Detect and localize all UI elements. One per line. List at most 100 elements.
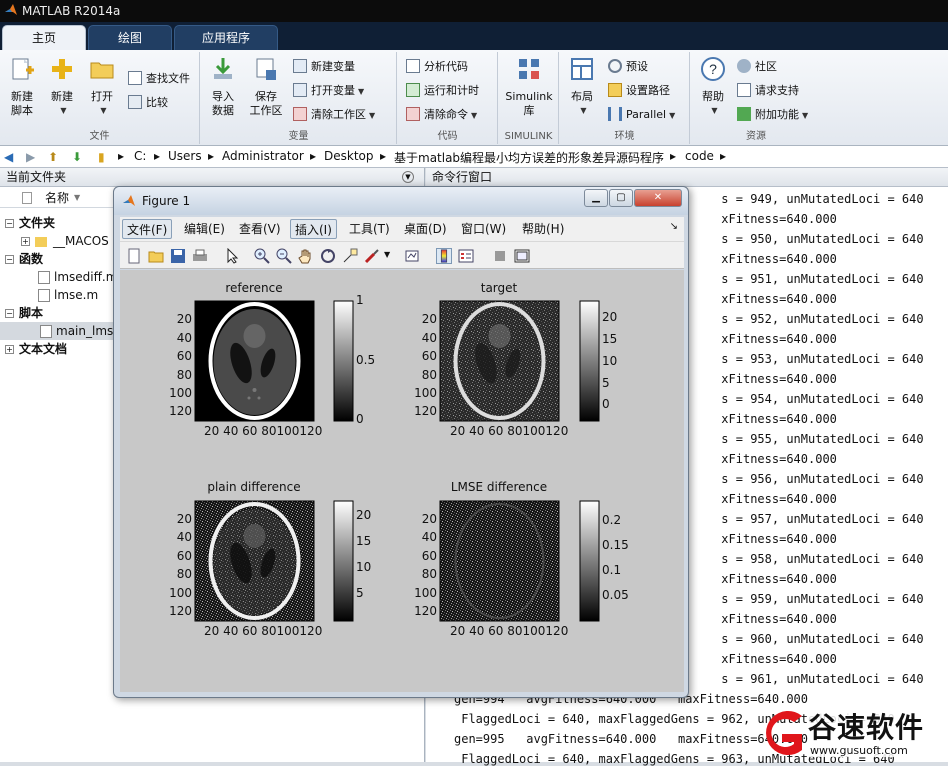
menu-edit[interactable]: 编辑(E) xyxy=(180,219,229,239)
save-workspace-button[interactable]: 保存 工作区 xyxy=(245,56,287,118)
pointer-icon[interactable] xyxy=(224,248,240,264)
path-crumb-drive[interactable]: C: xyxy=(134,149,146,163)
maximize-button[interactable]: ▢ xyxy=(609,189,633,207)
tree-group-text-docs[interactable]: + 文本文档 xyxy=(0,340,67,358)
rotate-3d-icon[interactable] xyxy=(320,248,336,264)
plot-reference xyxy=(194,300,354,422)
tab-plots[interactable]: 绘图 xyxy=(88,25,172,50)
simulink-library-button[interactable]: Simulink 库 xyxy=(503,56,555,118)
add-ons-button[interactable]: 附加功能 ▼ xyxy=(737,106,808,124)
new-variable-button[interactable]: 新建变量 xyxy=(293,58,355,76)
insert-legend-icon[interactable] xyxy=(458,248,474,264)
tree-item-folder[interactable]: + __MACOS xyxy=(16,232,109,250)
collapse-icon[interactable]: − xyxy=(5,219,14,228)
menu-desktop[interactable]: 桌面(D) xyxy=(400,219,451,239)
collapse-icon[interactable]: − xyxy=(5,309,14,318)
request-support-button[interactable]: 请求支持 xyxy=(737,82,799,100)
minimize-button[interactable]: ▁ xyxy=(584,189,608,207)
figure-window[interactable]: Figure 1 ▁ ▢ ✕ 文件(F) 编辑(E) 查看(V) 插入(I) 工… xyxy=(113,186,689,698)
y-tick: 40 xyxy=(421,530,437,544)
import-data-button[interactable]: 导入 数据 xyxy=(205,56,241,118)
figure-canvas[interactable]: reference target plain difference LMSE d… xyxy=(120,270,684,692)
layout-button[interactable]: 布局 ▼ xyxy=(564,56,600,118)
gusu-logo-icon xyxy=(766,711,802,755)
tree-item-lmsediff[interactable]: lmsediff.m xyxy=(38,268,117,286)
open-variable-icon xyxy=(293,83,307,97)
data-cursor-icon[interactable] xyxy=(342,248,358,264)
layout-label: 布局 xyxy=(571,90,593,103)
path-crumb-code[interactable]: code xyxy=(685,149,714,163)
path-crumb-desktop[interactable]: Desktop xyxy=(324,149,374,163)
expand-icon[interactable]: + xyxy=(21,237,30,246)
help-button[interactable]: ? 帮助 ▼ xyxy=(695,56,731,118)
environment-group-label: 环境 xyxy=(614,131,635,142)
menu-insert[interactable]: 插入(I) xyxy=(290,219,337,239)
tree-group-functions[interactable]: − 函数 xyxy=(0,250,43,268)
tree-item-main-lmse[interactable]: main_lmse xyxy=(0,322,121,340)
menu-window[interactable]: 窗口(W) xyxy=(457,219,510,239)
close-button[interactable]: ✕ xyxy=(634,189,682,207)
up-folder-icon[interactable]: ⬆ xyxy=(48,150,58,164)
new-figure-icon[interactable] xyxy=(126,248,142,264)
zoom-in-icon[interactable] xyxy=(254,248,270,264)
path-crumb-administrator[interactable]: Administrator xyxy=(222,149,304,163)
find-files-button[interactable]: 查找文件 xyxy=(128,70,190,88)
expand-icon[interactable]: + xyxy=(5,345,14,354)
new-script-button[interactable]: 新建 脚本 xyxy=(4,56,40,118)
open-variable-button[interactable]: 打开变量 ▼ xyxy=(293,82,364,100)
clear-commands-button[interactable]: 清除命令 ▼ xyxy=(406,106,477,124)
colorbar-tick: 20 xyxy=(602,310,618,324)
chevron-down-icon[interactable]: ▼ xyxy=(384,250,390,259)
simulink-group-label: SIMULINK xyxy=(504,131,553,142)
open-file-icon[interactable] xyxy=(148,248,164,264)
run-and-time-button[interactable]: 运行和计时 xyxy=(406,82,479,100)
compare-button[interactable]: 比较 xyxy=(128,94,168,112)
tree-item-lmse[interactable]: lmse.m xyxy=(38,286,98,304)
menu-view[interactable]: 查看(V) xyxy=(235,219,285,239)
clear-workspace-button[interactable]: 清除工作区 ▼ xyxy=(293,106,375,124)
app-title: MATLAB R2014a xyxy=(22,4,121,18)
tab-home[interactable]: 主页 xyxy=(2,25,86,50)
y-tick: 120 xyxy=(169,404,192,418)
path-crumb-project[interactable]: 基于matlab编程最小均方误差的形象差异源码程序 xyxy=(394,149,664,166)
save-icon[interactable] xyxy=(170,248,186,264)
menu-tools[interactable]: 工具(T) xyxy=(345,219,394,239)
menu-file[interactable]: 文件(F) xyxy=(122,219,173,239)
open-button[interactable]: 打开 ▼ xyxy=(84,56,120,118)
figure-titlebar[interactable]: Figure 1 ▁ ▢ ✕ xyxy=(114,187,688,215)
back-arrow-icon[interactable]: ◀ xyxy=(4,150,13,164)
parallel-button[interactable]: Parallel ▼ xyxy=(608,106,675,124)
analyze-code-button[interactable]: 分析代码 xyxy=(406,58,468,76)
new-button[interactable]: 新建 ▼ xyxy=(44,56,80,118)
print-icon[interactable] xyxy=(192,248,208,264)
tab-apps[interactable]: 应用程序 xyxy=(174,25,278,50)
preferences-button[interactable]: 预设 xyxy=(608,58,648,76)
panel-menu-icon[interactable]: ▼ xyxy=(402,171,414,183)
community-button[interactable]: 社区 xyxy=(737,58,777,76)
link-plot-icon[interactable] xyxy=(404,248,420,264)
collapse-icon[interactable]: − xyxy=(5,255,14,264)
tree-group-scripts[interactable]: − 脚本 xyxy=(0,304,43,322)
brush-icon[interactable] xyxy=(364,248,380,264)
menu-dock-icon[interactable]: ↘ xyxy=(670,221,678,232)
menu-help[interactable]: 帮助(H) xyxy=(518,219,568,239)
y-tick: 40 xyxy=(176,530,192,544)
forward-arrow-icon[interactable]: ▶ xyxy=(26,150,35,164)
set-path-button[interactable]: 设置路径 xyxy=(608,82,670,100)
y-tick: 20 xyxy=(176,512,192,526)
y-tick: 80 xyxy=(421,567,437,581)
zoom-out-icon[interactable] xyxy=(276,248,292,264)
hide-plot-tools-icon[interactable] xyxy=(492,248,508,264)
tree-group-folders[interactable]: − 文件夹 xyxy=(0,214,55,232)
pan-hand-icon[interactable] xyxy=(298,248,314,264)
matlab-logo-icon xyxy=(123,195,135,206)
folder-icon xyxy=(608,83,622,97)
browse-folder-icon[interactable]: ⬇ xyxy=(72,150,82,164)
parallel-icon xyxy=(608,107,622,121)
help-icon: ? xyxy=(701,57,725,81)
path-crumb-users[interactable]: Users xyxy=(168,149,202,163)
show-plot-tools-icon[interactable] xyxy=(514,248,530,264)
import-label-2: 数据 xyxy=(212,104,234,117)
insert-colorbar-icon[interactable] xyxy=(436,248,452,264)
y-tick: 120 xyxy=(169,604,192,618)
